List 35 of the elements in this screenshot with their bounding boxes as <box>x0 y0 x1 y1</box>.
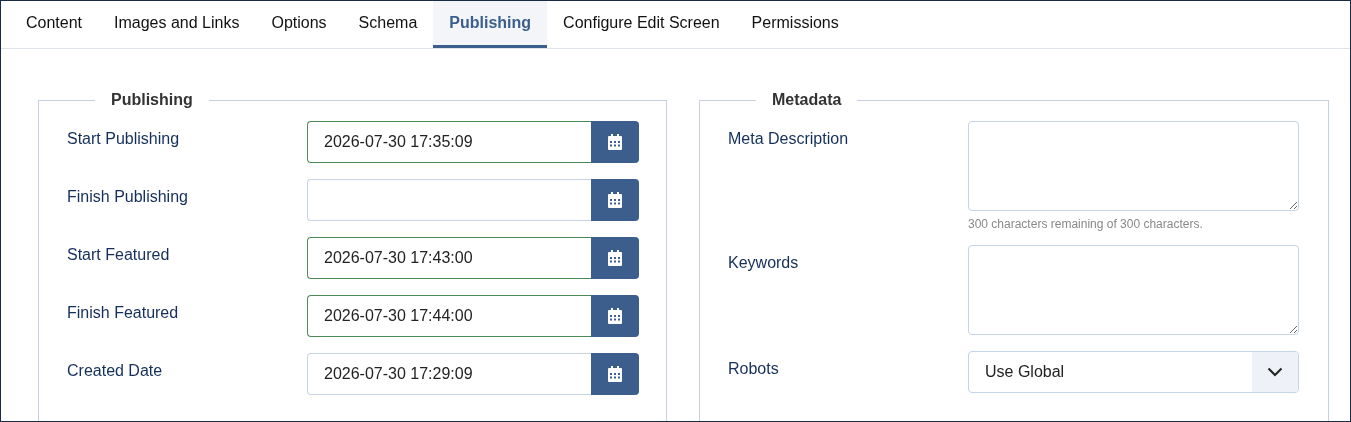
tab[interactable]: Publishing <box>433 1 548 48</box>
panel-legend: Publishing <box>95 91 209 109</box>
calendar-button[interactable] <box>591 295 639 337</box>
tab[interactable]: Content <box>10 1 99 48</box>
date-field[interactable] <box>307 179 591 221</box>
tab[interactable]: Configure Edit Screen <box>547 1 736 48</box>
tab[interactable]: Permissions <box>735 1 855 48</box>
calendar-button[interactable] <box>591 121 639 163</box>
field-label: Meta Description <box>728 129 850 148</box>
calendar-icon <box>608 250 622 266</box>
date-field[interactable]: 2026-07-30 17:43:00 <box>307 237 591 279</box>
field-label: Created Date <box>67 361 164 380</box>
date-field[interactable]: 2026-07-30 17:35:09 <box>307 121 591 163</box>
field-label: Finish Publishing <box>67 187 189 206</box>
tab[interactable]: Images and Links <box>98 1 256 48</box>
tab[interactable]: Options <box>255 1 343 48</box>
calendar-button[interactable] <box>591 237 639 279</box>
field-label: Finish Featured <box>67 303 180 322</box>
calendar-icon <box>608 366 622 382</box>
tab[interactable]: Schema <box>342 1 434 48</box>
date-field[interactable]: 2026-07-30 17:29:09 <box>307 353 591 395</box>
character-count: 300 characters remaining of 300 characters. <box>968 217 1204 231</box>
calendar-button[interactable] <box>591 179 639 221</box>
panel-legend: Metadata <box>756 91 858 109</box>
field-label: Start Publishing <box>67 129 181 148</box>
calendar-icon <box>608 134 622 150</box>
date-field[interactable]: 2026-07-30 17:44:00 <box>307 295 591 337</box>
calendar-icon <box>608 308 622 324</box>
chevron-icon <box>1267 367 1283 377</box>
calendar-icon <box>608 192 622 208</box>
field-label: Keywords <box>728 253 800 272</box>
field-label: Robots <box>728 359 780 378</box>
field-label: Start Featured <box>67 245 171 264</box>
robots-select[interactable]: Use Global <box>968 351 1299 393</box>
calendar-button[interactable] <box>591 353 639 395</box>
